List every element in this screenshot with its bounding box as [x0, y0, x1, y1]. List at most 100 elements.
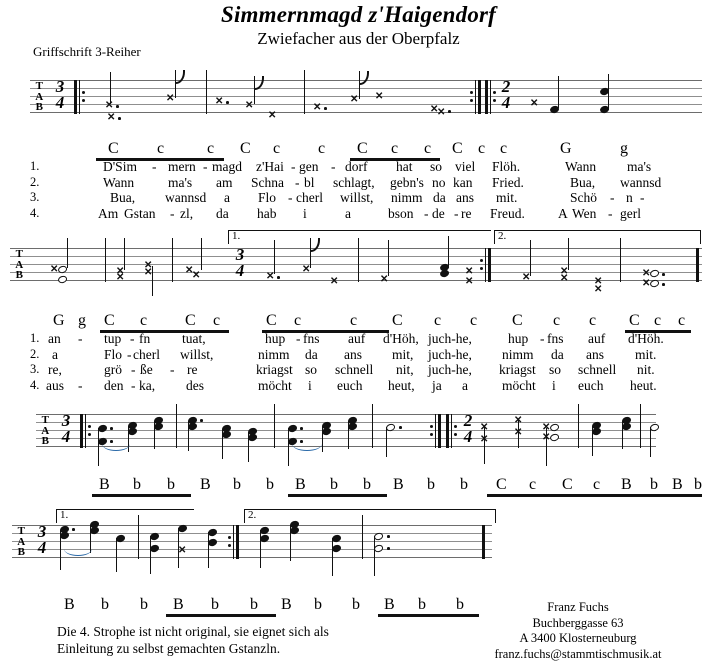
chord-symbol: b — [101, 596, 109, 613]
notehead-x: ✕ — [192, 270, 201, 281]
chord-symbol: c — [478, 140, 486, 157]
chord-symbol: c — [140, 312, 148, 329]
chord-symbol: B — [295, 476, 306, 493]
note-stem — [388, 240, 390, 276]
chord-symbol: b — [460, 476, 468, 493]
chord-symbol: c — [350, 312, 358, 329]
lyric-syllable: fns — [303, 331, 320, 346]
chord-symbol: b — [363, 476, 371, 493]
chord-symbol: c — [500, 140, 508, 157]
chord-symbol: C — [266, 312, 277, 329]
verse-row: 1. an - tup - fn tuat, hup - fns auf d'Höh, juch-he,… — [0, 331, 717, 347]
chord-row-2: GgCcCcCccCccCccCcc — [0, 312, 717, 333]
volta-bracket-2: 2. — [244, 509, 496, 523]
lyric-block-2: GgCcCcCccCccCccCcc 1. an - tup - fn tuat, hup - f… — [0, 312, 717, 393]
lyric-syllable: gebn's — [390, 174, 424, 190]
lyric-syllable: ans — [344, 346, 362, 362]
lyric-syllable: bl — [304, 174, 315, 190]
lyric-syllable: willst, — [180, 346, 214, 362]
lyric-syllable: kriagst — [499, 362, 536, 377]
note-stem — [188, 421, 190, 451]
lyric-syllable: zl, — [180, 205, 194, 221]
lyric-syllable: dorf — [345, 159, 368, 174]
notehead-x: ✕ — [313, 102, 322, 113]
time-signature-3-4: 3 4 — [58, 411, 74, 448]
volta-label: 1. — [232, 230, 241, 242]
barline — [206, 70, 207, 114]
lyric-syllable: - — [170, 205, 175, 221]
notehead-x: ✕ — [380, 274, 389, 285]
lyric-syllable: ans — [456, 190, 474, 205]
lyric-syllable: gerl — [620, 205, 641, 221]
time-signature-2-4: 2 4 — [460, 411, 476, 448]
lyric-syllable: des — [186, 377, 204, 393]
note-stem — [568, 238, 570, 270]
lyric-syllable: - — [296, 331, 301, 346]
notehead-x: ✕ — [330, 276, 339, 287]
lyric-syllable: euch — [578, 377, 604, 393]
lyric-syllable: ans — [586, 346, 604, 362]
lyric-syllable: a — [462, 377, 468, 393]
imprint: Franz Fuchs Buchberggasse 63 A 3400 Klos… — [453, 600, 703, 662]
repeat-start-barline — [80, 414, 91, 448]
lyric-syllable: re — [187, 362, 198, 377]
staff-system-2: TAB ✕ ✕ ✕ ✕ ✕ ✕ ✕ 1. 3 4 ✕ ✕ ✕ ✕ ✕ ✕ 2. … — [10, 230, 702, 296]
time-sig-denominator: 4 — [37, 538, 47, 557]
chord-symbol: b — [250, 596, 258, 613]
chord-symbol: c — [273, 140, 281, 157]
chord-symbol: C — [108, 140, 119, 157]
lyric-syllable: a — [52, 346, 58, 362]
verse-row: 2. Wann ma's am Schna - bl schlagt, gebn's no kan F… — [0, 175, 717, 191]
chord-symbol: g — [620, 140, 628, 157]
augmentation-dot — [226, 101, 229, 104]
augmentation-dot — [324, 107, 327, 110]
lyric-syllable: schnell — [578, 362, 617, 377]
lyric-syllable: an — [48, 331, 61, 346]
eighth-flag — [310, 238, 320, 252]
lyric-syllable: schnell — [335, 362, 374, 377]
notehead-x: ✕ — [266, 271, 275, 282]
repeat-end-barline — [228, 525, 240, 559]
verse-row: 4. Am Gstan - zl, da hab i a bson - de - re Freud. A Wen… — [0, 206, 717, 222]
lyric-syllable: i — [308, 377, 312, 393]
chord-group-bar — [166, 614, 276, 617]
lyric-syllable: auf — [588, 331, 606, 346]
repeat-end-barline — [430, 414, 442, 448]
note-stem — [208, 532, 210, 568]
chord-symbol: B — [281, 596, 292, 613]
volta-label: 1. — [60, 509, 69, 521]
notehead-x: ✕ — [465, 276, 474, 287]
lyric-syllable: Schö — [570, 190, 597, 205]
lyric-syllable: n — [626, 190, 633, 205]
lyric-syllable: tuat, — [182, 331, 206, 346]
barline — [358, 238, 359, 282]
lyric-syllable: d'Höh. — [628, 331, 664, 346]
notehead-x: ✕ — [642, 268, 651, 279]
chord-symbol: b — [133, 476, 141, 493]
lyric-syllable: kan — [453, 174, 473, 190]
augmentation-dot — [300, 440, 303, 443]
chord-symbol: B — [384, 596, 395, 613]
lyric-syllable: ße — [140, 362, 153, 377]
lyric-syllable: Wann — [103, 174, 135, 190]
chord-symbol: c — [470, 312, 478, 329]
staff-system-3: TAB 3 4 2 4 — [36, 404, 660, 466]
verse-row: 2. a Flo - cherl willst, nimm da ans mit, juch-he,… — [0, 347, 717, 363]
notehead-x: ✕ — [642, 278, 651, 289]
lyric-syllable: fn — [139, 331, 151, 346]
augmentation-dot — [118, 117, 121, 120]
lyric-syllable: cherl — [296, 190, 323, 205]
lyric-syllable: Fried. — [492, 174, 524, 190]
note-stem — [558, 76, 560, 108]
note-stem — [124, 238, 126, 270]
lyric-syllable: magd — [212, 159, 242, 174]
lyric-syllable: - — [78, 377, 83, 393]
notehead-x: ✕ — [302, 264, 311, 275]
note-stem — [546, 428, 548, 466]
augmentation-dot — [72, 528, 75, 531]
lyric-syllable: Am — [98, 205, 119, 221]
lyric-syllable: auf — [348, 331, 366, 346]
verse-number: 4. — [30, 377, 40, 392]
chord-symbol: B — [200, 476, 211, 493]
notehead-x: ✕ — [178, 545, 187, 556]
